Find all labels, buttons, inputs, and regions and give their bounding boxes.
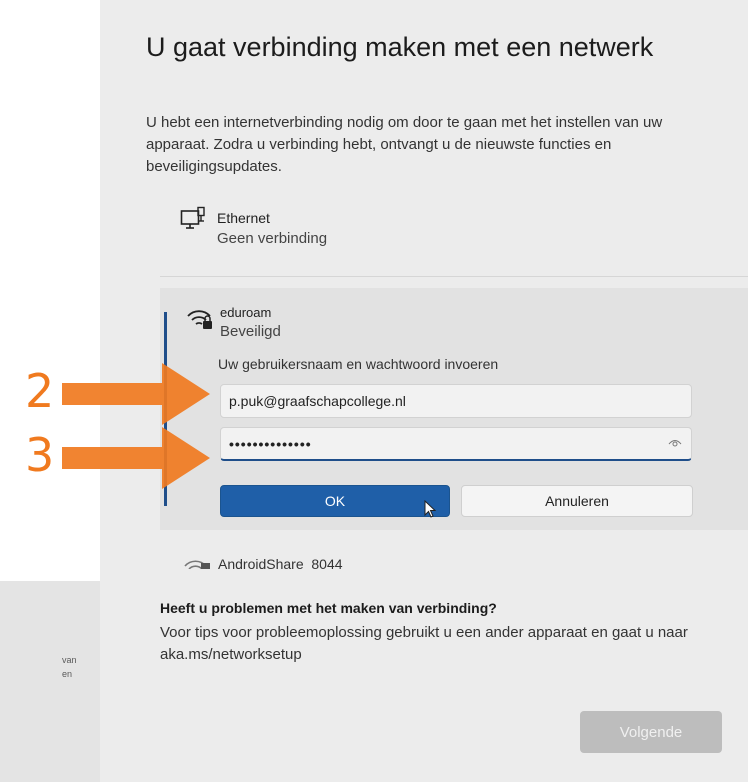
page-title: U gaat verbinding maken met een netwerk — [146, 32, 654, 62]
password-input[interactable] — [220, 427, 692, 461]
wifi-secured-icon — [187, 310, 212, 329]
eduroam-name[interactable]: eduroam — [220, 305, 271, 320]
mouse-cursor-icon — [424, 500, 436, 518]
cancel-button[interactable]: Annuleren — [461, 485, 693, 517]
next-button[interactable]: Volgende — [580, 711, 722, 753]
credentials-label: Uw gebruikersnaam en wachtwoord invoeren — [218, 356, 499, 372]
help-title: Heeft u problemen met het maken van verb… — [160, 600, 497, 616]
ethernet-name[interactable]: Ethernet — [217, 210, 270, 226]
androidshare-network-name[interactable]: AndroidShare_8044 — [218, 556, 343, 570]
step-2-arrow-icon — [62, 363, 210, 425]
wifi-secured-icon — [184, 560, 210, 569]
help-text: Voor tips voor probleemoplossing gebruik… — [160, 624, 688, 663]
ok-button[interactable]: OK — [220, 485, 450, 517]
background-screen-fragment — [0, 581, 100, 782]
divider — [160, 276, 748, 277]
step-3-arrow-icon — [62, 427, 210, 489]
reveal-password-eye-icon[interactable] — [668, 437, 682, 449]
username-input[interactable] — [220, 384, 692, 418]
ethernet-status: Geen verbinding — [217, 230, 328, 247]
background-fragment-text: van en — [62, 655, 77, 679]
page-description: U hebt een internetverbinding nodig om d… — [146, 114, 663, 175]
step-3-label: 3 — [25, 428, 55, 482]
eduroam-status: Beveiligd — [220, 323, 281, 340]
ethernet-monitor-icon — [180, 206, 205, 229]
step-2-label: 2 — [25, 364, 55, 418]
